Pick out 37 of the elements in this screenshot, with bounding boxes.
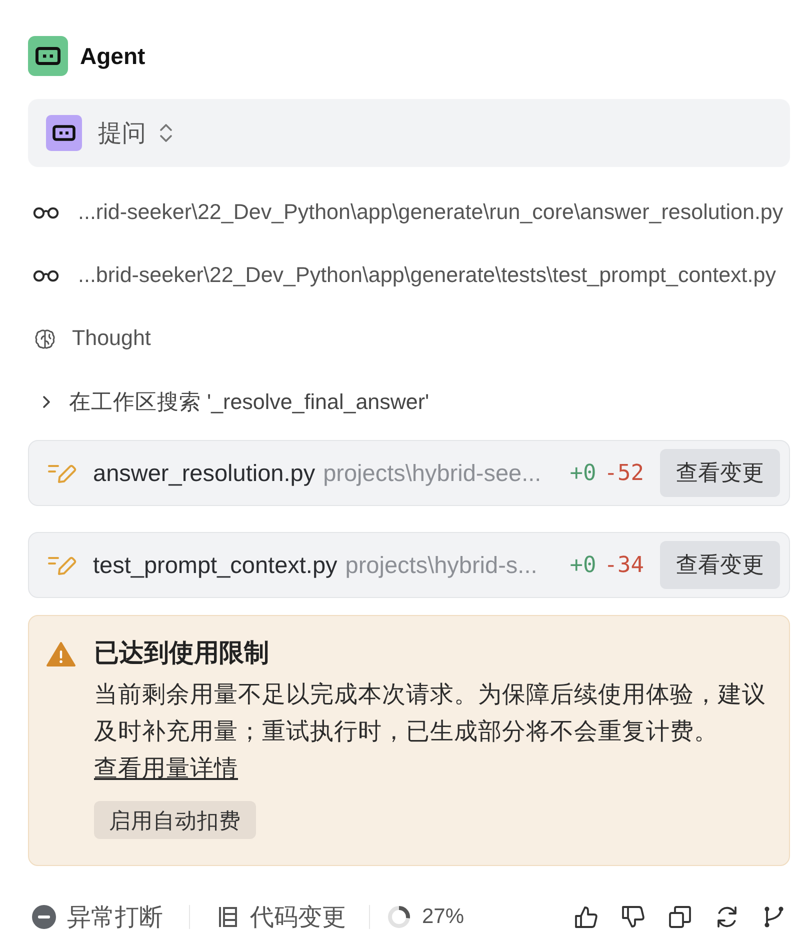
status-label: 异常打断 bbox=[67, 903, 163, 933]
lines-removed: -52 bbox=[604, 460, 644, 486]
layout-icon bbox=[217, 905, 239, 929]
file-path: projects\hybrid-see... bbox=[323, 460, 542, 486]
alert-title: 已达到使用限制 bbox=[94, 638, 270, 669]
view-changes-button[interactable]: 查看变更 bbox=[660, 449, 780, 497]
thought-label: Thought bbox=[72, 326, 151, 351]
enable-auto-pay-button[interactable]: 启用自动扣费 bbox=[94, 801, 256, 839]
file-name: answer_resolution.py bbox=[93, 460, 316, 486]
up-down-caret-icon bbox=[159, 122, 173, 144]
warning-icon bbox=[46, 641, 76, 667]
file-path: ...brid-seeker\22_Dev_Python\app\generate\tests\test_prompt_context.py bbox=[78, 263, 776, 288]
mode-dropdown[interactable]: 提问 bbox=[98, 117, 173, 149]
alert-message: 当前剩余用量不足以完成本次请求。为保障后续使用体验，建议及时补充用量；重试执行时，已生成部分将不会重复计费。 查看用量详情 bbox=[94, 680, 767, 783]
refresh-icon[interactable] bbox=[715, 905, 739, 929]
file-path: ...rid-seeker\22_Dev_Python\app\generate\run_core\answer_resolution.py bbox=[78, 200, 784, 225]
lines-removed: -34 bbox=[604, 552, 644, 578]
file-name: test_prompt_context.py bbox=[93, 552, 338, 578]
bot-icon bbox=[46, 115, 82, 151]
usage-details-link[interactable]: 查看用量详情 bbox=[94, 755, 238, 781]
file-path: projects\hybrid-s... bbox=[345, 552, 538, 578]
branch-icon[interactable] bbox=[762, 905, 786, 929]
lines-added: +0 bbox=[570, 460, 596, 486]
thumbs-up-icon[interactable] bbox=[574, 905, 598, 929]
agent-title: Agent bbox=[80, 42, 146, 70]
glasses-icon bbox=[33, 270, 59, 282]
copy-icon[interactable] bbox=[668, 905, 692, 929]
progress-percent: 27% bbox=[422, 905, 464, 929]
lines-added: +0 bbox=[570, 552, 596, 578]
brain-icon bbox=[34, 328, 56, 350]
thumbs-down-icon[interactable] bbox=[621, 905, 645, 929]
minus-circle-icon bbox=[32, 905, 56, 929]
glasses-icon bbox=[33, 206, 59, 218]
search-step-toggle[interactable]: 在工作区搜索 '_resolve_final_answer' bbox=[28, 387, 430, 416]
view-changes-button[interactable]: 查看变更 bbox=[660, 541, 780, 589]
bot-icon bbox=[28, 36, 68, 76]
code-changes-label[interactable]: 代码变更 bbox=[250, 901, 346, 933]
